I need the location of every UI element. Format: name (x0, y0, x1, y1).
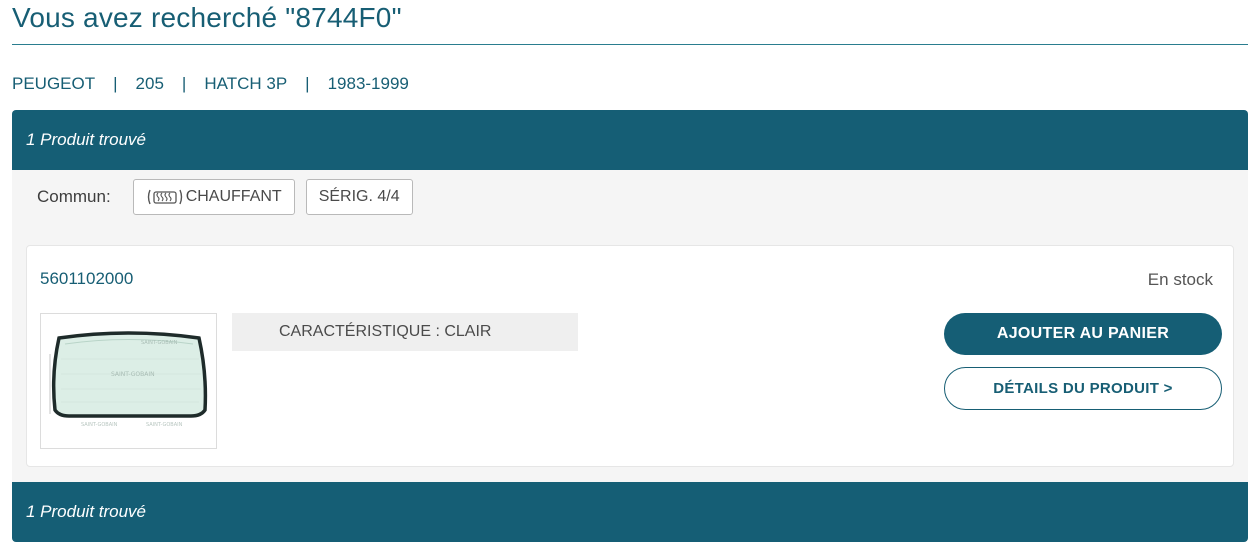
product-reference[interactable]: 5601102000 (40, 269, 133, 289)
product-image[interactable]: SAINT-GOBAIN SAINT-GOBAIN SAINT-GOBAIN S… (40, 313, 217, 449)
svg-text:SAINT-GOBAIN: SAINT-GOBAIN (81, 422, 118, 428)
results-count-label: 1 Produit trouvé (26, 502, 147, 521)
feature-label: CARACTÉRISTIQUE : CLAIR (279, 323, 492, 340)
svg-text:SAINT-GOBAIN: SAINT-GOBAIN (111, 371, 155, 378)
breadcrumb-item-years[interactable]: 1983-1999 (328, 74, 409, 94)
breadcrumb-item-make[interactable]: PEUGEOT (12, 74, 95, 94)
svg-text:SAINT-GOBAIN: SAINT-GOBAIN (146, 422, 183, 428)
svg-text:SAINT-GOBAIN: SAINT-GOBAIN (141, 340, 178, 346)
tag-serig[interactable]: SÉRIG. 4/4 (305, 179, 413, 215)
results-panel: Commun: CHAUFFANT SÉRIG. 4/4 5601102000 … (12, 170, 1248, 482)
heated-window-icon (147, 189, 182, 205)
tag-label: SÉRIG. 4/4 (318, 188, 400, 205)
breadcrumb-separator: | (113, 74, 118, 93)
title-divider (12, 44, 1248, 45)
product-details-button[interactable]: DÉTAILS DU PRODUIT > (944, 367, 1222, 410)
common-label: Commun: (37, 187, 111, 206)
results-count-label: 1 Produit trouvé (26, 130, 147, 149)
product-card: 5601102000 En stock SAINT-GOBAIN SAINT-G… (26, 245, 1234, 467)
rear-windshield-image: SAINT-GOBAIN SAINT-GOBAIN SAINT-GOBAIN S… (49, 331, 208, 428)
breadcrumb-item-model[interactable]: 205 (136, 74, 164, 94)
results-count-bar-top: 1 Produit trouvé (12, 110, 1248, 170)
breadcrumb: PEUGEOT | 205 | HATCH 3P | 1983-1999 (12, 74, 409, 94)
breadcrumb-separator: | (181, 74, 187, 93)
tag-label: CHAUFFANT (185, 188, 282, 205)
page-title: Vous avez recherché "8744F0" (12, 2, 402, 33)
common-features-row: Commun: CHAUFFANT SÉRIG. 4/4 (37, 178, 424, 216)
results-count-bar-bottom: 1 Produit trouvé (12, 482, 1248, 542)
breadcrumb-item-body[interactable]: HATCH 3P (204, 74, 287, 94)
stock-status: En stock (1147, 270, 1213, 289)
breadcrumb-separator: | (305, 74, 310, 93)
feature-box: CARACTÉRISTIQUE : CLAIR (232, 313, 578, 351)
tag-chauffant[interactable]: CHAUFFANT (132, 179, 295, 215)
add-to-cart-button[interactable]: AJOUTER AU PANIER (944, 313, 1222, 355)
